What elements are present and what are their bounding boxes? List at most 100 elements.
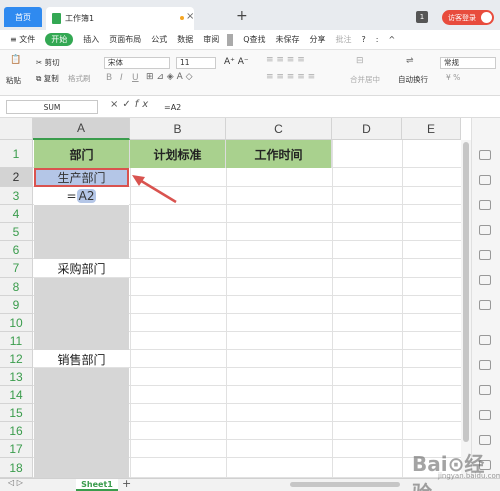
align-left-icons[interactable]: ≡ ≡ ≡ ≡ ≡ xyxy=(266,72,315,82)
side-tool-icon[interactable] xyxy=(479,225,491,235)
number-format-select[interactable]: 常规 xyxy=(440,57,496,69)
row-header-10[interactable]: 10 xyxy=(0,314,33,332)
tab-workbook-label: 工作簿1 xyxy=(65,14,95,23)
menu-comment[interactable]: 批注 xyxy=(336,34,352,45)
merge-icon[interactable]: ⊟ xyxy=(356,56,364,66)
row-header-6[interactable]: 6 xyxy=(0,241,33,259)
column-header-d[interactable]: D xyxy=(332,118,402,140)
menu-formula[interactable]: 公式 xyxy=(151,34,167,45)
row-header-17[interactable]: 17 xyxy=(0,440,33,458)
column-header-b[interactable]: B xyxy=(130,118,226,140)
row-header-3[interactable]: 3 xyxy=(0,187,33,205)
row-header-9[interactable]: 9 xyxy=(0,296,33,314)
close-tab-icon[interactable]: × xyxy=(186,11,194,22)
paste-icon[interactable]: 📋 xyxy=(10,55,21,65)
align-top-icons[interactable]: ≡ ≡ ≡ ≡ xyxy=(266,55,305,65)
horizontal-scroll-thumb[interactable] xyxy=(290,482,400,487)
collapse-ribbon-icon[interactable]: ^ xyxy=(389,35,396,44)
font-select[interactable]: 宋体 xyxy=(104,57,170,69)
merge-center-button[interactable]: 合并居中 xyxy=(350,74,380,85)
menu-insert[interactable]: 插入 xyxy=(83,34,99,45)
row-header-15[interactable]: 15 xyxy=(0,404,33,422)
menu-page-layout[interactable]: 页面布局 xyxy=(109,34,141,45)
font-size-select[interactable]: 11 xyxy=(176,57,216,69)
menu-file[interactable]: ≡ 文件 xyxy=(10,34,35,45)
more-tabs-icon[interactable] xyxy=(227,33,234,46)
sheet-nav-icons[interactable]: ◁ ▷ xyxy=(8,478,23,487)
side-tool-icon[interactable] xyxy=(479,150,491,160)
cell-b1[interactable]: 计划标准 xyxy=(130,140,226,168)
help-icon[interactable]: ? xyxy=(362,35,366,44)
window-count-badge[interactable]: 1 xyxy=(416,11,428,23)
border-icon[interactable]: ⊞ ⊿ ◈ A ◇ xyxy=(146,72,193,82)
cell-a4-a6-blank[interactable] xyxy=(34,205,129,259)
cut-button[interactable]: ✂ 剪切 xyxy=(36,57,60,68)
paste-button[interactable]: 粘贴 xyxy=(6,75,21,86)
tab-workbook[interactable]: 工作簿1 × xyxy=(46,7,194,30)
row-header-12[interactable]: 12 xyxy=(0,350,33,368)
row-header-2[interactable]: 2 xyxy=(0,168,33,187)
more-icon[interactable]: : xyxy=(376,35,379,44)
row-header-5[interactable]: 5 xyxy=(0,223,33,241)
column-header-c[interactable]: C xyxy=(226,118,332,140)
cell-a12[interactable]: 销售部门 xyxy=(34,350,129,368)
new-tab-button[interactable]: + xyxy=(236,8,248,24)
underline-button[interactable]: U xyxy=(132,73,139,83)
cell-a7[interactable]: 采购部门 xyxy=(34,259,129,278)
side-tool-icon[interactable] xyxy=(479,360,491,370)
row-header-1[interactable]: 1 xyxy=(0,140,33,168)
side-tool-icon[interactable] xyxy=(479,175,491,185)
copy-button[interactable]: ⧉ 复制 xyxy=(36,73,59,84)
row-header-14[interactable]: 14 xyxy=(0,386,33,404)
menu-review[interactable]: 审阅 xyxy=(203,34,219,45)
currency-percent-buttons[interactable]: ¥ % xyxy=(446,73,460,82)
italic-button[interactable]: I xyxy=(120,73,123,83)
bold-button[interactable]: B xyxy=(106,73,112,83)
row-header-16[interactable]: 16 xyxy=(0,422,33,440)
row-header-13[interactable]: 13 xyxy=(0,368,33,386)
add-sheet-button[interactable]: + xyxy=(122,477,131,490)
side-tool-icon[interactable] xyxy=(479,410,491,420)
spreadsheet-icon xyxy=(52,13,61,24)
vertical-scroll-thumb[interactable] xyxy=(463,142,469,442)
side-tool-icon[interactable] xyxy=(479,385,491,395)
side-tool-icon[interactable] xyxy=(479,275,491,285)
cell-a1[interactable]: 部门 xyxy=(34,140,130,168)
side-tool-icon[interactable] xyxy=(479,300,491,310)
row-header-8[interactable]: 8 xyxy=(0,278,33,296)
cell-c1[interactable]: 工作时间 xyxy=(226,140,332,168)
side-tool-icon[interactable] xyxy=(479,435,491,445)
side-tool-icon[interactable] xyxy=(479,335,491,345)
cell-a2-selected[interactable]: 生产部门 xyxy=(34,168,129,187)
select-all-corner[interactable] xyxy=(0,118,33,140)
row-header-7[interactable]: 7 xyxy=(0,259,33,278)
confirm-icon[interactable]: ✓ xyxy=(122,99,134,110)
fx-icon[interactable]: fx xyxy=(135,99,152,110)
cell-a8-a11-blank[interactable] xyxy=(34,278,129,350)
menu-start[interactable]: 开始 xyxy=(45,33,74,46)
menu-find[interactable]: Q查找 xyxy=(243,34,265,45)
wrap-text-button[interactable]: 自动换行 xyxy=(398,74,428,85)
side-tool-icon[interactable] xyxy=(479,250,491,260)
wrap-icon[interactable]: ⇌ xyxy=(406,56,414,66)
side-tool-icon[interactable] xyxy=(479,200,491,210)
column-header-a[interactable]: A xyxy=(33,118,130,140)
row-header-4[interactable]: 4 xyxy=(0,205,33,223)
format-painter-button[interactable]: 格式刷 xyxy=(68,73,91,84)
menu-share[interactable]: 分享 xyxy=(310,34,326,45)
guest-login-label: 访客登录 xyxy=(448,13,476,22)
cell-a3-editing[interactable]: = A2 xyxy=(34,187,129,205)
tab-home[interactable]: 首页 xyxy=(4,7,42,27)
guest-login-button[interactable]: 访客登录 xyxy=(442,10,494,25)
row-header-11[interactable]: 11 xyxy=(0,332,33,350)
menu-unsaved[interactable]: 未保存 xyxy=(276,34,300,45)
sheet-tab-sheet1[interactable]: Sheet1 xyxy=(76,479,118,491)
cell-a13-a18-blank[interactable] xyxy=(34,368,129,478)
name-box[interactable]: SUM xyxy=(6,100,98,114)
cancel-icon[interactable]: × xyxy=(110,99,122,110)
column-header-e[interactable]: E xyxy=(402,118,461,140)
formula-input[interactable]: =A2 xyxy=(162,100,472,114)
row-header-18[interactable]: 18 xyxy=(0,458,33,478)
font-grow-icon[interactable]: A⁺ A⁻ xyxy=(224,57,249,67)
menu-data[interactable]: 数据 xyxy=(177,34,193,45)
